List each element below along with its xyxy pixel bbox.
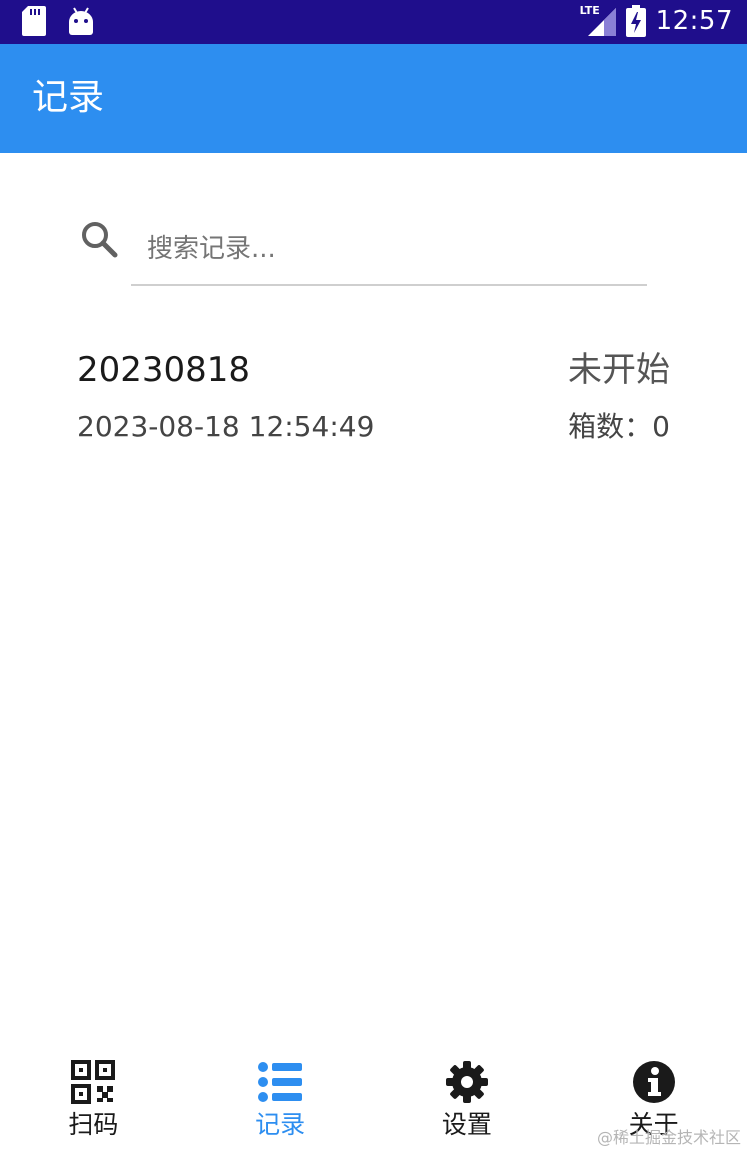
watermark: @稀土掘金技术社区 [596, 1128, 741, 1147]
sd-card-icon [22, 6, 46, 36]
record-name: 20230818 [77, 350, 251, 390]
search-icon [82, 222, 118, 258]
status-bar: LTE 12:57 [0, 0, 747, 44]
lte-signal-icon: LTE [579, 4, 616, 38]
record-box-count: 箱数：0 [568, 410, 670, 443]
list-icon [258, 1062, 303, 1102]
android-icon [69, 7, 93, 35]
gear-icon [445, 1061, 488, 1103]
record-datetime: 2023-08-18 12:54:49 [77, 410, 375, 443]
battery-charging-icon [625, 5, 646, 37]
page-title: 记录 [32, 77, 105, 118]
record-status: 未开始 [568, 350, 670, 390]
qr-code-icon [71, 1060, 116, 1104]
list-item[interactable]: 20230818 2023-08-18 12:54:49 未开始 箱数：0 [60, 330, 690, 460]
app-bar: 记录 [0, 44, 747, 153]
info-icon [632, 1061, 675, 1103]
nav-item-scan[interactable]: 扫码 [0, 1050, 187, 1150]
nav-label-scan: 扫码 [68, 1110, 119, 1139]
network-label: LTE [579, 4, 600, 17]
status-time: 12:57 [655, 6, 733, 36]
nav-label-settings: 设置 [441, 1110, 492, 1139]
search-input[interactable] [131, 214, 647, 286]
nav-item-records[interactable]: 记录 [187, 1050, 374, 1150]
nav-item-settings[interactable]: 设置 [374, 1050, 561, 1150]
nav-label-records: 记录 [255, 1110, 306, 1139]
